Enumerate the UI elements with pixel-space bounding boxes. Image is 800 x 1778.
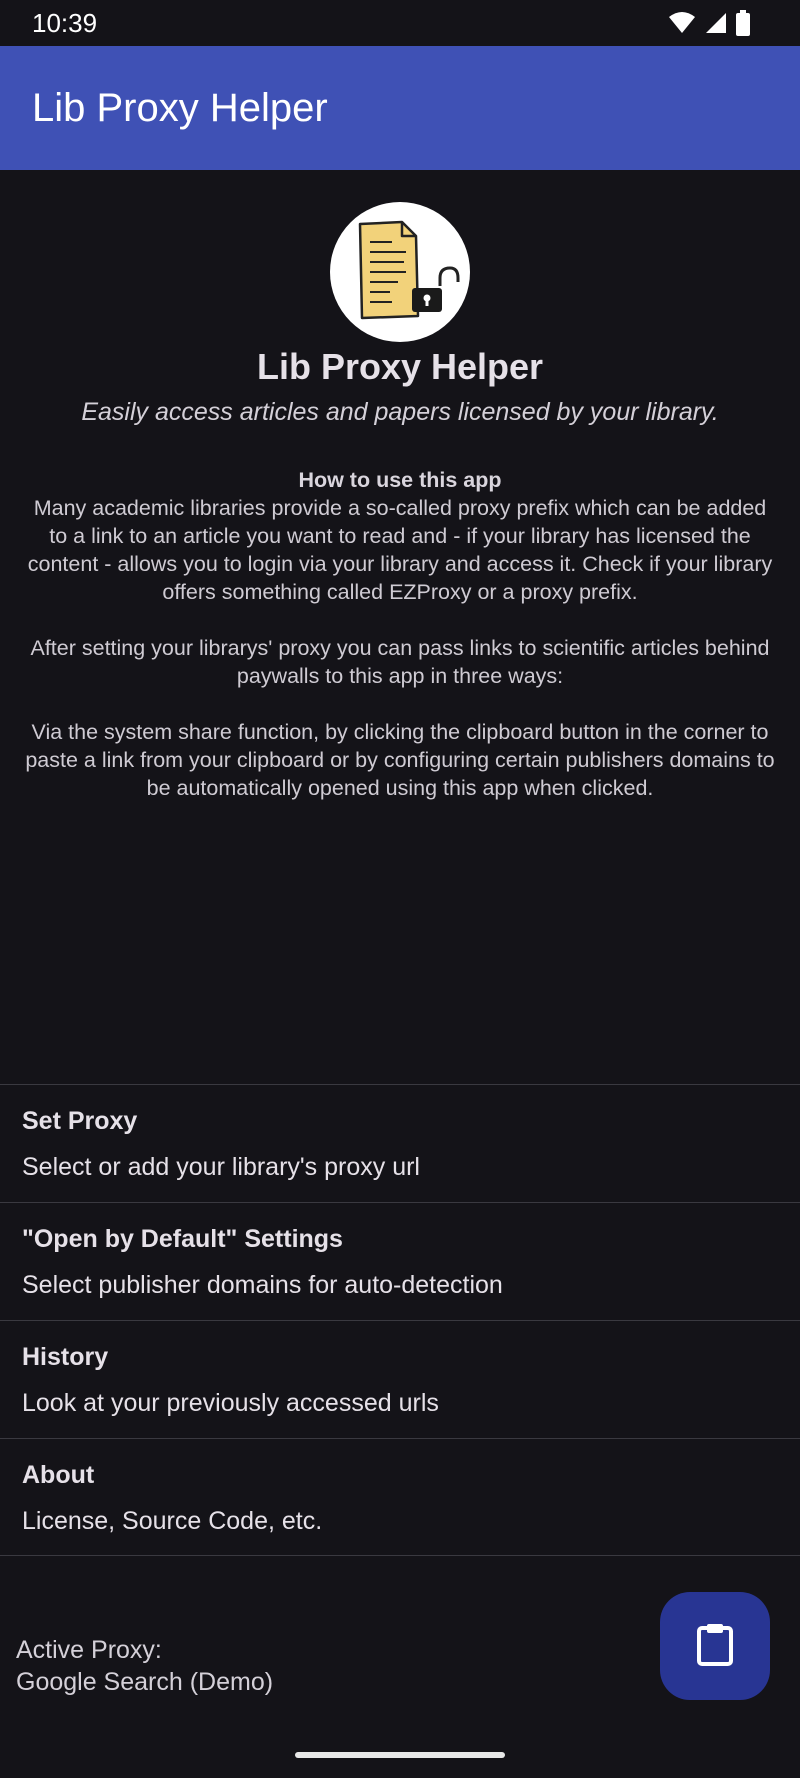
menu-item-title: "Open by Default" Settings [22, 1225, 343, 1253]
active-proxy-info: Active Proxy: Google Search (Demo) [16, 1634, 273, 1698]
status-icons [668, 10, 750, 41]
battery-icon [736, 10, 750, 41]
menu-item-subtitle: Select publisher domains for auto-detect… [22, 1271, 503, 1299]
menu-item-title: About [22, 1461, 95, 1489]
signal-icon [704, 11, 728, 40]
clipboard-icon [695, 1622, 735, 1671]
menu-item-history[interactable]: History Look at your previously accessed… [0, 1320, 800, 1438]
how-to-heading: How to use this app [298, 468, 502, 492]
wifi-icon [668, 11, 696, 40]
menu-item-title: History [22, 1343, 109, 1371]
paste-clipboard-button[interactable] [660, 1592, 770, 1700]
status-time: 10:39 [32, 8, 98, 38]
menu-item-subtitle: Select or add your library's proxy url [22, 1153, 420, 1181]
menu-item-subtitle: License, Source Code, etc. [22, 1507, 323, 1535]
how-to-section: How to use this app Many academic librar… [24, 466, 776, 802]
app-bar-title: Lib Proxy Helper [32, 86, 328, 130]
menu-item-subtitle: Look at your previously accessed urls [22, 1389, 439, 1417]
status-bar: 10:39 [0, 0, 800, 46]
active-proxy-label: Active Proxy: [16, 1636, 162, 1664]
menu-item-open-by-default[interactable]: "Open by Default" Settings Select publis… [0, 1202, 800, 1320]
active-proxy-value: Google Search (Demo) [16, 1668, 274, 1696]
menu-item-set-proxy[interactable]: Set Proxy Select or add your library's p… [0, 1084, 800, 1202]
app-bar: Lib Proxy Helper [0, 46, 800, 170]
settings-menu: Set Proxy Select or add your library's p… [0, 1084, 800, 1556]
how-to-paragraph: Via the system share function, by clicki… [25, 720, 775, 800]
menu-item-about[interactable]: About License, Source Code, etc. [0, 1438, 800, 1556]
hero-title: Lib Proxy Helper [256, 346, 544, 387]
hero-subtitle: Easily access articles and papers licens… [81, 398, 719, 426]
how-to-paragraph: After setting your librarys' proxy you c… [30, 636, 770, 688]
document-unlocked-icon [330, 220, 470, 346]
home-indicator[interactable] [295, 1752, 505, 1758]
how-to-paragraph: Many academic libraries provide a so-cal… [27, 496, 773, 604]
app-logo [330, 202, 470, 342]
menu-item-title: Set Proxy [22, 1107, 138, 1135]
